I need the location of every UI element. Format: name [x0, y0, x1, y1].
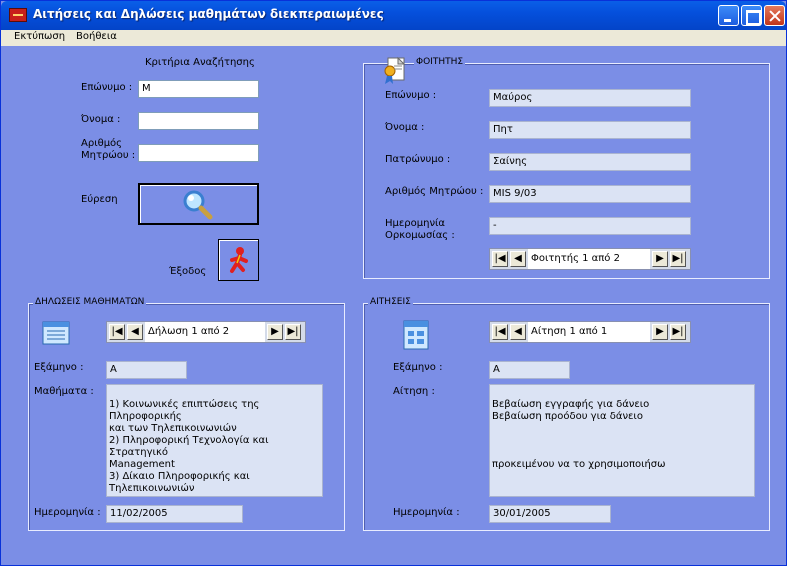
student-regno-label: Αριθμός Μητρώου : [385, 186, 484, 197]
declarations-nav-next-button[interactable]: ▶ [267, 324, 283, 340]
requests-nav-first-button[interactable]: |◀ [492, 324, 508, 340]
find-button[interactable] [138, 183, 259, 225]
search-heading: Κριτήρια Αναζήτησης [145, 57, 255, 68]
requests-nav-next-button[interactable]: ▶ [652, 324, 668, 340]
requests-nav-last-button[interactable]: ▶| [670, 324, 686, 340]
exit-figure-icon [230, 247, 248, 273]
student-father-field[interactable]: Σαίνης [489, 153, 691, 171]
declarations-semester-label: Εξάμηνο : [34, 362, 84, 373]
magnifier-icon [183, 190, 213, 220]
courses-line: Management [109, 459, 175, 470]
exit-button[interactable] [218, 239, 259, 281]
search-firstname-label: Όνομα : [81, 114, 121, 125]
requests-nav-text: Αίτηση 1 από 1 [528, 322, 650, 342]
student-oath-label-2: Ορκομωσίας : [385, 230, 455, 241]
menu-print[interactable]: Εκτύπωση [14, 31, 65, 42]
student-nav-text: Φοιτητής 1 από 2 [528, 249, 650, 269]
student-firstname-label: Όνομα : [385, 122, 425, 133]
request-line [492, 447, 752, 459]
maximize-button[interactable] [741, 5, 762, 26]
declarations-nav-last-button[interactable]: ▶| [285, 324, 301, 340]
student-regno-field[interactable]: MIS 9/03 [489, 185, 691, 203]
student-surname-label: Επώνυμο : [385, 90, 437, 101]
courses-line: 3) Δίκαιο Πληροφορικής και [109, 471, 250, 482]
courses-line: Τηλεπικοινωνιών [109, 483, 195, 494]
requests-date-label: Ημερομηνία : [393, 507, 460, 518]
student-oath-field[interactable]: - [489, 217, 691, 235]
requests-nav-prev-button[interactable]: ◀ [510, 324, 526, 340]
courses-line: 2) Πληροφορική Τεχνολογία και Στρατηγικό [109, 435, 269, 458]
request-line [492, 435, 752, 447]
student-oath-label-1: Ημερομηνία [385, 218, 446, 229]
student-nav-next-button[interactable]: ▶ [652, 251, 668, 267]
request-line [492, 423, 752, 435]
minimize-button[interactable] [718, 5, 739, 26]
requests-request-label: Αίτηση : [393, 386, 435, 397]
find-label: Εύρεση [81, 194, 118, 205]
requests-navigator: |◀ ◀ Αίτηση 1 από 1 ▶ ▶| [489, 321, 691, 343]
menu-bar: Εκτύπωση Βοήθεια [1, 30, 786, 46]
requests-semester-field[interactable]: Α [489, 361, 570, 379]
declaration-form-icon [42, 321, 70, 345]
declarations-group-title: ΔΗΛΩΣΕΙΣ ΜΑΘΗΜΑΤΩΝ [33, 297, 147, 307]
declarations-nav-text: Δήλωση 1 από 2 [145, 322, 265, 342]
window-title: Αιτήσεις και Δηλώσεις μαθημάτων διεκπερα… [33, 7, 384, 21]
student-navigator: |◀ ◀ Φοιτητής 1 από 2 ▶ ▶| [489, 248, 691, 270]
courses-line: 1) Κοινωνικές επιπτώσεις της Πληροφορική… [109, 399, 260, 422]
app-window: Αιτήσεις και Δηλώσεις μαθημάτων διεκπερα… [0, 0, 787, 566]
declarations-semester-field[interactable]: Α [106, 361, 187, 379]
requests-date-field[interactable]: 30/01/2005 [489, 505, 611, 523]
student-father-label: Πατρώνυμο : [385, 154, 451, 165]
search-surname-input[interactable]: Μ [138, 80, 259, 98]
request-line: Βεβαίωση εγγραφής για δάνειο [492, 399, 650, 410]
student-surname-field[interactable]: Μαύρος [489, 89, 691, 107]
request-line: Βεβαίωση προόδου για δάνειο [492, 411, 643, 422]
search-regno-input[interactable] [138, 144, 259, 162]
student-nav-first-button[interactable]: |◀ [492, 251, 508, 267]
request-line: προκειμένου να το χρησιμοποιήσω [492, 459, 666, 470]
declarations-courses-memo[interactable]: 1) Κοινωνικές επιπτώσεις της Πληροφορική… [106, 384, 323, 497]
requests-request-memo[interactable]: Βεβαίωση εγγραφής για δάνειο Βεβαίωση πρ… [489, 384, 755, 497]
student-group-title: ΦΟΙΤΗΤΗΣ [414, 57, 466, 67]
student-certificate-icon [384, 56, 406, 84]
student-nav-prev-button[interactable]: ◀ [510, 251, 526, 267]
courses-line: και των Τηλεπικοινωνιών [109, 423, 237, 434]
search-regno-label-1: Αριθμός [81, 138, 123, 149]
requests-group-title: ΑΙΤΗΣΕΙΣ [368, 297, 413, 307]
menu-help[interactable]: Βοήθεια [76, 31, 117, 42]
declarations-courses-label: Μαθήματα : [34, 386, 94, 397]
search-firstname-input[interactable] [138, 112, 259, 130]
app-key-icon [9, 8, 27, 22]
exit-label: Έξοδος [169, 266, 207, 277]
declarations-date-label: Ημερομηνία : [34, 507, 101, 518]
declarations-navigator: |◀ ◀ Δήλωση 1 από 2 ▶ ▶| [106, 321, 306, 343]
student-nav-last-button[interactable]: ▶| [670, 251, 686, 267]
title-bar[interactable]: Αιτήσεις και Δηλώσεις μαθημάτων διεκπερα… [1, 1, 786, 30]
courses-line [109, 387, 320, 399]
search-surname-label: Επώνυμο : [81, 82, 133, 93]
requests-semester-label: Εξάμηνο : [393, 362, 443, 373]
close-button[interactable] [764, 5, 785, 26]
declarations-nav-first-button[interactable]: |◀ [109, 324, 125, 340]
search-regno-label-2: Μητρώου : [81, 150, 136, 161]
request-form-icon [403, 320, 429, 350]
request-line [492, 387, 752, 399]
declarations-nav-prev-button[interactable]: ◀ [127, 324, 143, 340]
declarations-date-field[interactable]: 11/02/2005 [106, 505, 243, 523]
student-firstname-field[interactable]: Πητ [489, 121, 691, 139]
